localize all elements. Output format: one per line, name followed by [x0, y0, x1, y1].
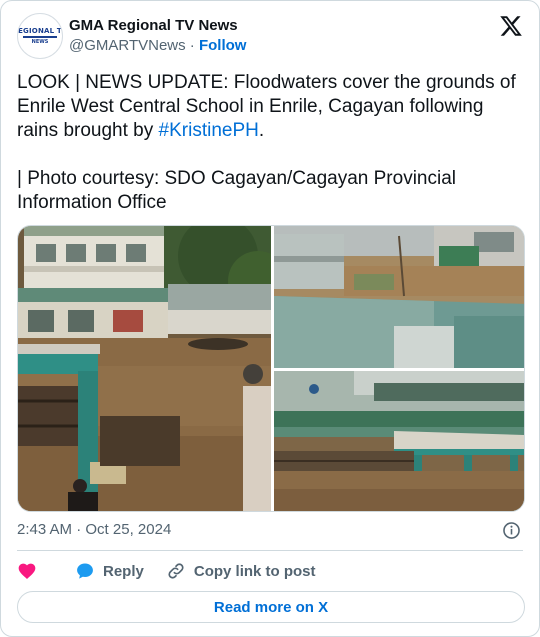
post-time: 2:43 AM — [17, 521, 73, 538]
reply-button[interactable]: Reply — [75, 561, 144, 581]
author-block: GMA Regional TV News @GMARTVNews · Follo… — [69, 17, 246, 56]
timestamp-separator: · — [72, 521, 86, 538]
post-text-line-1-end: . — [258, 120, 265, 141]
handle-separator: · — [185, 37, 199, 54]
photo-flooded-walkway[interactable] — [274, 371, 524, 511]
avatar-logo-bar — [23, 36, 57, 38]
post-date: Oct 25, 2024 — [85, 521, 172, 538]
embedded-post-card: REGIONAL TV NEWS GMA Regional TV News @G… — [0, 0, 540, 637]
info-icon[interactable] — [502, 521, 521, 540]
media-grid[interactable] — [17, 225, 525, 512]
post-timestamp[interactable]: 2:43 AM · Oct 25, 2024 — [17, 521, 171, 539]
avatar-logo-top: REGIONAL TV — [18, 27, 62, 35]
action-bar: Reply Copy link to post — [17, 559, 338, 583]
author-name[interactable]: GMA Regional TV News — [69, 17, 246, 35]
follow-link[interactable]: Follow — [199, 37, 247, 54]
heart-icon — [18, 563, 36, 579]
reply-label: Reply — [103, 562, 144, 580]
post-text-paragraph-2: | Photo courtesy: SDO Cagayan/Cagayan Pr… — [17, 168, 456, 213]
copy-link-label: Copy link to post — [193, 562, 316, 580]
copy-link-button[interactable]: Copy link to post — [166, 561, 316, 581]
avatar[interactable]: REGIONAL TV NEWS — [17, 13, 63, 59]
post-text-line-1: LOOK | NEWS UPDATE: Floodwaters cover th… — [17, 72, 516, 141]
photo-flooded-school-yard[interactable] — [18, 226, 271, 511]
avatar-logo-bottom: NEWS — [31, 39, 49, 45]
photo-flooded-courtyard-aerial[interactable] — [274, 226, 524, 368]
post-text-paragraph-1: LOOK | NEWS UPDATE: Floodwaters cover th… — [17, 71, 527, 143]
x-logo-icon[interactable] — [499, 14, 523, 38]
read-more-button[interactable]: Read more on X — [17, 591, 525, 623]
reply-bubble-icon — [77, 563, 93, 579]
like-button[interactable] — [17, 561, 45, 581]
author-handle[interactable]: @GMARTVNews — [69, 37, 186, 54]
author-handle-line: @GMARTVNews · Follow — [69, 36, 246, 56]
link-icon — [168, 563, 184, 579]
hashtag-link[interactable]: #KristinePH — [159, 120, 259, 141]
post-text: LOOK | NEWS UPDATE: Floodwaters cover th… — [17, 71, 527, 215]
divider — [17, 550, 523, 551]
